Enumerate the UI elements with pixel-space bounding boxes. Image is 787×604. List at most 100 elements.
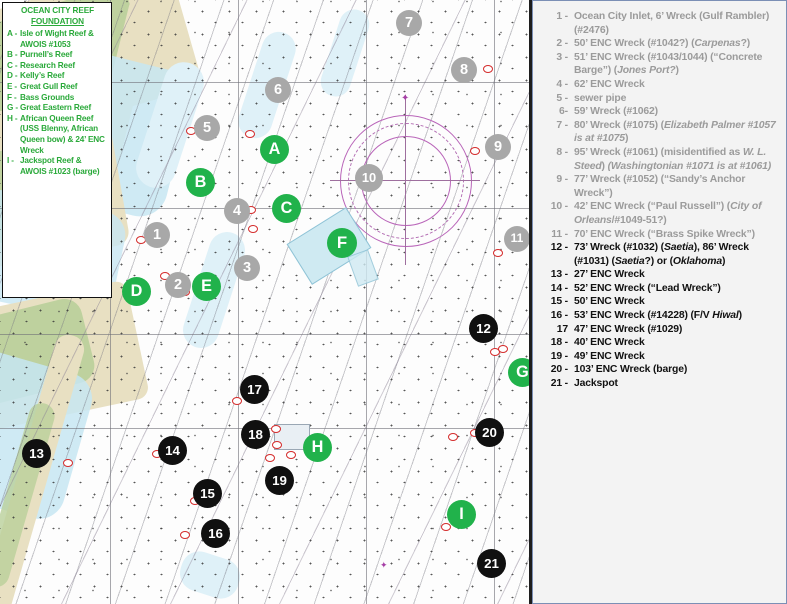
wreck-symbol-icon <box>232 397 242 405</box>
wreck-list-item: 12 - 73’ Wreck (#1032) (Saetia), 86’ Wrec… <box>537 241 780 268</box>
wreck-list-item-number: 13 - <box>550 269 568 281</box>
magnetic-south-star-icon: ✦ <box>380 560 388 570</box>
legend-item-key: B - <box>7 50 18 60</box>
map-marker-18[interactable]: 18 <box>241 420 270 449</box>
legend-title-line2: FOUNDATION <box>31 16 84 26</box>
wreck-list-item-number: 20 - <box>550 364 568 376</box>
wreck-list-item: 3 - 51’ ENC Wreck (#1043/1044) (“Concrete… <box>537 51 780 78</box>
map-marker-13[interactable]: 13 <box>22 439 51 468</box>
wreck-list-item: 21 - Jackspot <box>537 377 780 391</box>
map-marker-f[interactable]: F <box>327 228 357 258</box>
wreck-list-item-text: 47’ ENC Wreck (#1029) <box>574 323 683 335</box>
wreck-symbol-icon <box>63 459 73 467</box>
map-marker-15[interactable]: 15 <box>193 479 222 508</box>
wreck-list-item: 7 - 80’ Wreck (#1075) (Elizabeth Palmer #… <box>537 119 780 146</box>
wreck-list-item: 18 - 40’ ENC Wreck <box>537 336 780 350</box>
wreck-list-item: 14 - 52’ ENC Wreck (“Lead Wreck”) <box>537 282 780 296</box>
wreck-list-item-number: 8 - <box>556 146 568 158</box>
wreck-number-key-panel: 1 - Ocean City Inlet, 6’ Wreck (Gulf Ramb… <box>532 0 787 604</box>
legend-item: F - Bass Grounds <box>7 93 108 104</box>
wreck-list-item-text: 95’ Wreck (#1061) (misidentified as W. L… <box>574 146 772 172</box>
wreck-list-item-number: 1 - <box>556 11 568 22</box>
wreck-list-item-text: 50’ ENC Wreck <box>574 296 645 308</box>
map-marker-5[interactable]: 5 <box>194 115 220 141</box>
wreck-list-item-number: 6- <box>559 106 568 118</box>
map-marker-17[interactable]: 17 <box>240 375 269 404</box>
wreck-symbol-icon <box>286 451 296 459</box>
map-marker-b[interactable]: B <box>186 168 215 197</box>
legend-item: A - Isle of Wight Reef & AWOIS #1053 <box>7 29 108 50</box>
map-marker-16[interactable]: 16 <box>201 519 230 548</box>
wreck-list-item-number: 18 - <box>550 337 568 349</box>
wreck-list-item-number: 19 - <box>550 350 568 362</box>
map-marker-d[interactable]: D <box>122 277 151 306</box>
wreck-list-item-text: 53’ ENC Wreck (#14228) (F/V Hiwal) <box>574 310 742 322</box>
wreck-symbol-icon <box>448 433 458 441</box>
wreck-list-item-text: 73’ Wreck (#1032) (Saetia), 86’ Wreck (#… <box>574 242 749 267</box>
map-marker-7[interactable]: 7 <box>396 10 422 36</box>
map-marker-a[interactable]: A <box>260 135 289 164</box>
legend-title: OCEAN CITY REEF FOUNDATION <box>7 6 108 27</box>
map-marker-g[interactable]: G <box>508 358 529 387</box>
wreck-list-item: 10 - 42’ ENC Wreck (“Paul Russell”) (City… <box>537 200 780 227</box>
legend-item-label: Kelly’s Reef <box>20 71 65 81</box>
legend-item-key: G - <box>7 103 18 113</box>
legend-item: D - Kelly’s Reef <box>7 71 108 82</box>
map-marker-10[interactable]: 10 <box>355 164 383 192</box>
legend-item-key: A - <box>7 29 18 38</box>
wreck-list-item-text: Ocean City Inlet, 6’ Wreck (Gulf Rambler… <box>574 11 770 36</box>
wreck-list-item-number: 21 - <box>550 378 568 390</box>
map-marker-2[interactable]: 2 <box>165 272 191 298</box>
wreck-list-item: 17 47’ ENC Wreck (#1029) <box>537 323 780 337</box>
wreck-symbol-icon <box>271 425 281 433</box>
legend-item-key: D - <box>7 71 18 81</box>
map-marker-6[interactable]: 6 <box>265 77 291 103</box>
wreck-list-item-text: 49’ ENC Wreck <box>574 350 645 362</box>
wreck-list-item-text: 50’ ENC Wreck (#1042?) (Carpenas?) <box>574 38 751 50</box>
wreck-list-item-text: Jackspot <box>574 378 618 390</box>
map-marker-e[interactable]: E <box>192 272 221 301</box>
legend-item-key: H - <box>7 113 18 123</box>
map-marker-1[interactable]: 1 <box>144 222 170 248</box>
legend-item: E - Great Gull Reef <box>7 82 108 93</box>
legend-item-label: Bass Grounds <box>20 92 75 102</box>
map-marker-h[interactable]: H <box>303 433 332 462</box>
reef-foundation-legend: OCEAN CITY REEF FOUNDATION A - Isle of Wi… <box>2 2 112 298</box>
map-marker-c[interactable]: C <box>272 194 301 223</box>
wreck-list-item-number: 9 - <box>556 174 568 186</box>
wreck-list-item: 2 - 50’ ENC Wreck (#1042?) (Carpenas?) <box>537 37 780 51</box>
legend-item: H - African Queen Reef (USS Blenny, Afric… <box>7 114 108 156</box>
map-marker-8[interactable]: 8 <box>451 57 477 83</box>
wreck-list-item: 6- 59’ Wreck (#1062) <box>537 105 780 119</box>
map-marker-20[interactable]: 20 <box>475 418 504 447</box>
graticule-line-vertical <box>366 0 367 604</box>
wreck-list-item-text: 62’ ENC Wreck <box>574 78 645 90</box>
map-marker-12[interactable]: 12 <box>469 314 498 343</box>
wreck-list-item: 19 - 49’ ENC Wreck <box>537 350 780 364</box>
legend-item-label: Purnell’s Reef <box>20 50 73 60</box>
map-marker-9[interactable]: 9 <box>485 134 511 160</box>
map-marker-14[interactable]: 14 <box>158 436 187 465</box>
wreck-symbol-icon <box>498 345 508 353</box>
map-marker-11[interactable]: 11 <box>504 226 529 252</box>
wreck-symbol-icon <box>180 531 190 539</box>
wreck-list-item-text: 103’ ENC Wreck (barge) <box>574 364 688 376</box>
legend-item-label: Isle of Wight Reef & AWOIS #1053 <box>20 29 94 49</box>
wreck-symbol-icon <box>245 130 255 138</box>
wreck-list-item: 4 - 62’ ENC Wreck <box>537 78 780 92</box>
wreck-list-item-text: 51’ ENC Wreck (#1043/1044) (“Concrete Ba… <box>574 51 763 77</box>
legend-item-key: I - <box>7 156 14 166</box>
map-marker-4[interactable]: 4 <box>224 198 250 224</box>
graticule-line-vertical <box>238 0 239 604</box>
map-marker-i[interactable]: I <box>447 500 476 529</box>
legend-item: C - Research Reef <box>7 61 108 72</box>
wreck-list-item: 11 - 70’ ENC Wreck (“Brass Spike Wreck”) <box>537 228 780 242</box>
wreck-list-item: 8 - 95’ Wreck (#1061) (misidentified as W… <box>537 146 780 173</box>
wreck-list-item-text: 70’ ENC Wreck (“Brass Spike Wreck”) <box>574 228 755 240</box>
map-marker-19[interactable]: 19 <box>265 466 294 495</box>
map-marker-21[interactable]: 21 <box>477 549 506 578</box>
nautical-chart-map[interactable]: ✦ ✦ 7 8 6 5 9 A B 10 4 C 1 11 F 3 D 2 E 12 G 17 18 20 H 13 14 19 1… <box>0 0 532 604</box>
wreck-list-item: 20 - 103’ ENC Wreck (barge) <box>537 363 780 377</box>
map-marker-3[interactable]: 3 <box>234 255 260 281</box>
legend-item-key: E - <box>7 81 18 91</box>
